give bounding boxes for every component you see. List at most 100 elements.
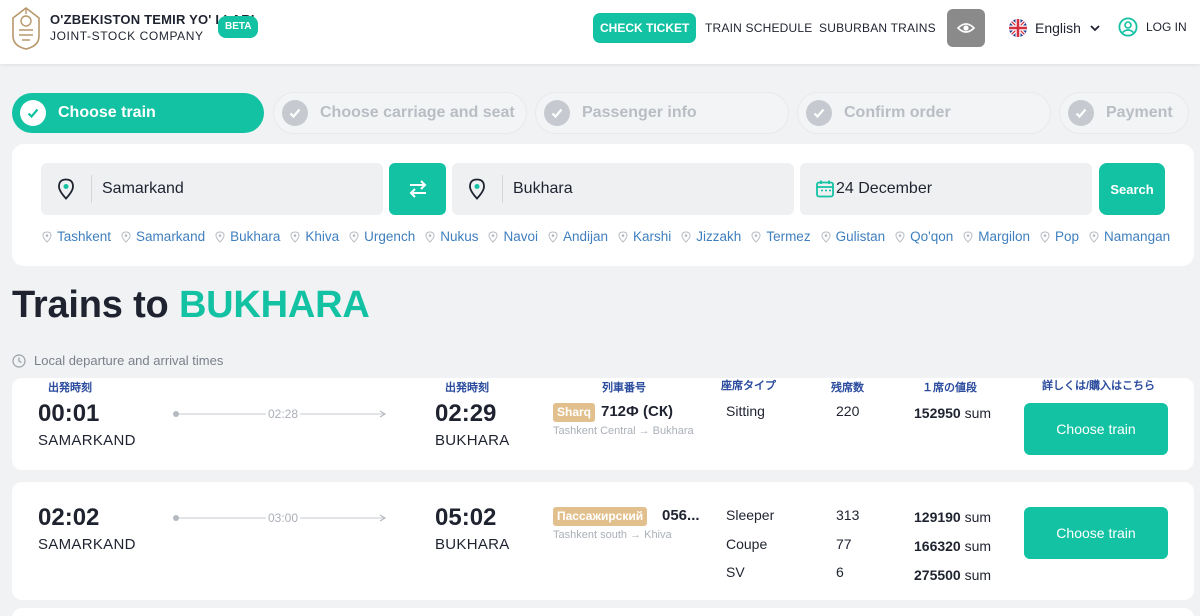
location-pin-icon: [452, 178, 502, 200]
step-label: Choose train: [58, 104, 156, 121]
seats-available: 6: [836, 564, 844, 580]
step-label: Confirm order: [844, 104, 951, 121]
train-brand-badge: Пассажирский: [553, 507, 648, 526]
trip-duration: 02:28: [266, 407, 301, 421]
swap-stations-button[interactable]: [389, 163, 446, 215]
train-number: 712Ф (СК): [601, 403, 673, 420]
location-pin-icon: [290, 230, 300, 243]
field-divider: [91, 175, 92, 203]
train-route: Tashkent Central → Bukhara: [553, 425, 694, 437]
step-payment[interactable]: Payment: [1060, 93, 1188, 133]
accessibility-button[interactable]: [947, 9, 985, 47]
city-link[interactable]: Nukus: [425, 229, 478, 244]
login-button[interactable]: LOG IN: [1118, 17, 1187, 37]
departure-time: 00:01: [38, 400, 100, 427]
city-link[interactable]: Qo'qon: [895, 229, 953, 244]
city-link-label: Khiva: [305, 229, 340, 244]
city-link[interactable]: Gulistan: [821, 229, 886, 244]
popular-cities: Tashkent Samarkand Bukhara Khiva Urgench Nuku…: [42, 229, 1170, 244]
to-station-field[interactable]: Bukhara: [452, 163, 794, 215]
departure-time: 02:02: [38, 504, 100, 531]
column-label-price: １席の値段: [922, 382, 977, 394]
city-link[interactable]: Samarkand: [121, 229, 205, 244]
location-pin-icon: [1040, 230, 1050, 243]
trip-duration: 03:00: [266, 511, 301, 525]
city-link[interactable]: Margilon: [963, 229, 1030, 244]
arrival-time: 05:02: [435, 504, 497, 531]
departure-station: SAMARKAND: [38, 432, 136, 449]
location-pin-icon: [425, 230, 435, 243]
choose-train-button[interactable]: Choose train: [1024, 507, 1168, 559]
city-link[interactable]: Pop: [1040, 229, 1079, 244]
city-link-label: Gulistan: [835, 229, 886, 244]
city-link-label: Tashkent: [57, 229, 112, 244]
city-link[interactable]: Jizzakh: [681, 229, 741, 244]
city-link-label: Termez: [766, 229, 811, 244]
city-link[interactable]: Navoi: [488, 229, 538, 244]
seat-price: 152950 sum: [914, 405, 991, 421]
city-link[interactable]: Bukhara: [215, 229, 280, 244]
price-value: 152950: [914, 405, 961, 421]
city-link-label: Margilon: [978, 229, 1031, 244]
train-card: 02:02 SAMARKAND 03:00 05:02 BUKHARA Пасс…: [12, 482, 1194, 600]
seat-type: Sleeper: [726, 507, 775, 523]
step-choose-train[interactable]: Choose train: [12, 93, 264, 133]
swap-icon: [409, 180, 426, 198]
title-prefix: Trains to: [12, 284, 169, 326]
chevron-down-icon: [1090, 25, 1100, 32]
language-selector[interactable]: English: [1009, 19, 1101, 37]
page-title: Trains to BUKHARA: [12, 284, 370, 327]
location-pin-icon: [618, 230, 628, 243]
from-station-field[interactable]: Samarkand: [41, 163, 383, 215]
step-label: Passenger info: [582, 104, 697, 121]
step-confirm-order[interactable]: Confirm order: [798, 93, 1050, 133]
field-divider: [502, 175, 503, 203]
price-currency: sum: [964, 538, 992, 554]
train-card: 出発時刻 出発時刻 列車番号 座席タイプ 残席数 １席の値段 詳しくは/購入はこ…: [12, 378, 1194, 470]
language-label: English: [1035, 20, 1081, 36]
city-link-label: Samarkand: [136, 229, 206, 244]
seats-available: 220: [836, 403, 860, 419]
suburban-trains-link[interactable]: SUBURBAN TRAINS: [819, 21, 936, 35]
city-link[interactable]: Termez: [751, 229, 811, 244]
city-link[interactable]: Karshi: [618, 229, 671, 244]
city-link-label: Karshi: [633, 229, 672, 244]
choose-train-button[interactable]: Choose train: [1024, 403, 1168, 455]
step-passenger-info[interactable]: Passenger info: [536, 93, 788, 133]
seat-type: SV: [726, 564, 745, 580]
seat-price: 275500 sum: [914, 567, 991, 583]
train-number: 056...: [662, 507, 700, 524]
timezone-note-text: Local departure and arrival times: [34, 353, 224, 368]
city-link[interactable]: Namangan: [1089, 229, 1170, 244]
clock-icon: [12, 353, 26, 368]
location-pin-icon: [121, 230, 131, 243]
company-logo-icon[interactable]: [10, 6, 42, 50]
city-link[interactable]: Tashkent: [42, 229, 111, 244]
column-label-departure: 出発時刻: [48, 382, 92, 394]
date-value: 24 December: [836, 180, 933, 197]
check-icon: [544, 100, 570, 126]
city-link[interactable]: Khiva: [290, 229, 339, 244]
login-label: LOG IN: [1146, 20, 1187, 34]
step-choose-carriage[interactable]: Choose carriage and seat: [274, 93, 526, 133]
city-link[interactable]: Urgench: [349, 229, 415, 244]
seat-type: Sitting: [726, 403, 765, 419]
column-label-details: 詳しくは/購入はこちら: [1042, 380, 1156, 392]
arrival-station: BUKHARA: [435, 432, 510, 449]
search-button[interactable]: Search: [1099, 163, 1165, 215]
check-icon: [1068, 100, 1094, 126]
seat-type: Coupe: [726, 536, 768, 552]
city-link[interactable]: Andijan: [548, 229, 608, 244]
seat-price: 129190 sum: [914, 509, 991, 525]
user-icon: [1118, 17, 1138, 37]
location-pin-icon: [548, 230, 558, 243]
train-schedule-link[interactable]: TRAIN SCHEDULE: [705, 21, 812, 35]
city-link-label: Pop: [1055, 229, 1080, 244]
location-pin-icon: [895, 230, 905, 243]
location-pin-icon: [751, 230, 761, 243]
date-field[interactable]: 24 December: [800, 163, 1092, 215]
check-ticket-button[interactable]: CHECK TICKET: [593, 13, 697, 43]
step-label: Choose carriage and seat: [320, 104, 515, 121]
price-value: 166320: [914, 538, 961, 554]
beta-badge: BETA: [218, 16, 259, 38]
